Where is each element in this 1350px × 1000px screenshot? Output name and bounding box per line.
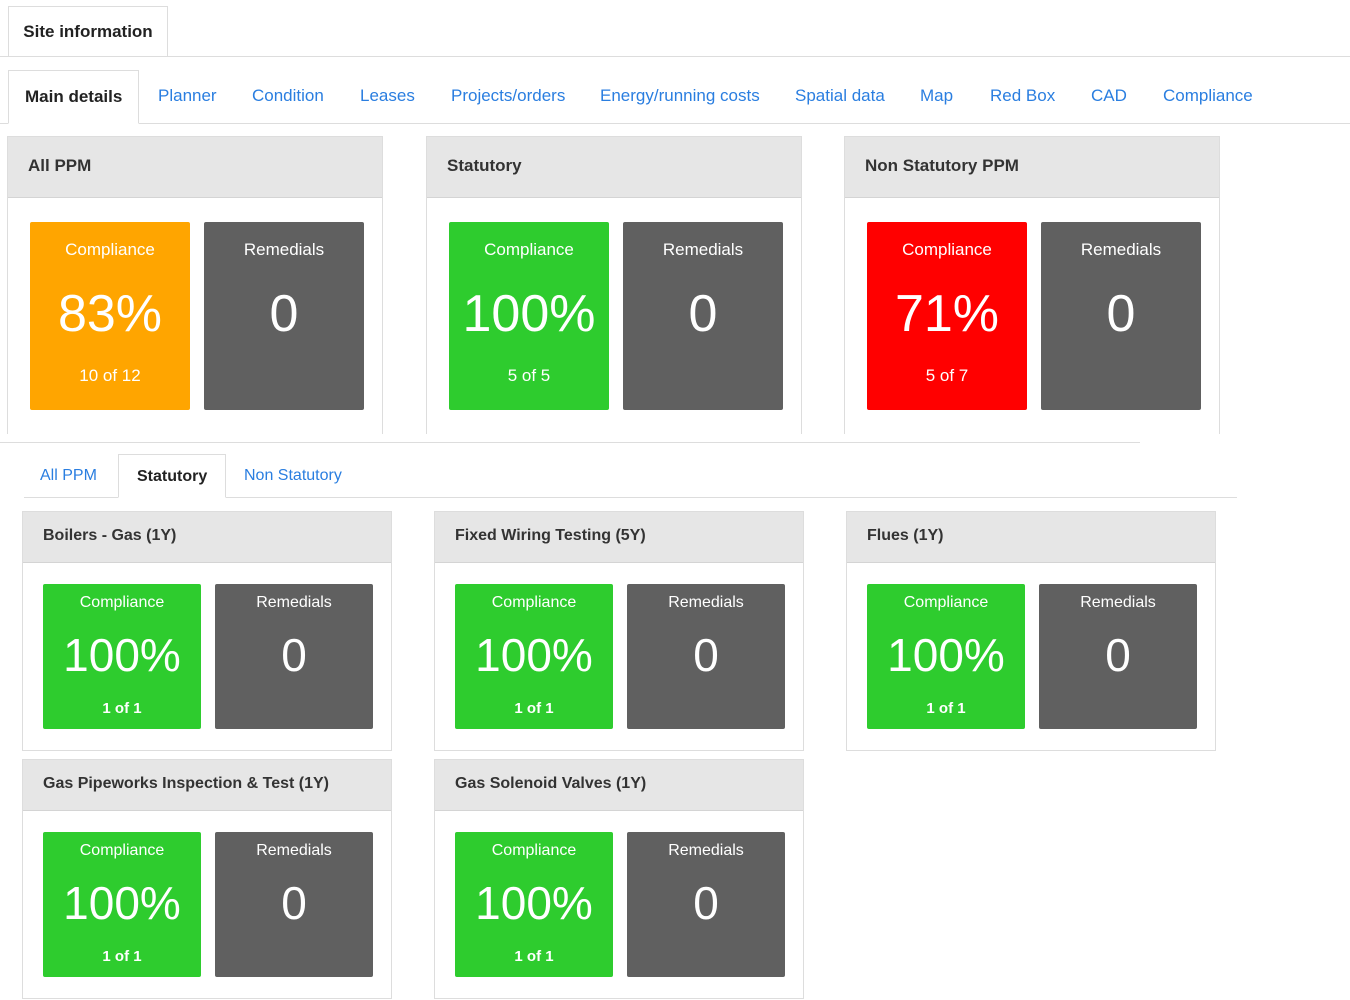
tab-main-details[interactable]: Main details: [8, 70, 140, 124]
compliance-label: Compliance: [491, 842, 577, 859]
compliance-value: 100%: [475, 629, 593, 681]
remedials-value: 0: [693, 629, 719, 681]
remedials-tile[interactable]: Remedials 0: [215, 832, 373, 977]
compliance-count: 5 of 7: [925, 366, 969, 385]
compliance-count: 5 of 5: [507, 366, 551, 385]
compliance-label: Compliance: [484, 240, 574, 259]
remedials-tile[interactable]: Remedials 0: [215, 584, 373, 729]
remedials-value: 0: [1106, 285, 1136, 343]
compliance-tile[interactable]: Compliance 83% 10 of 12: [30, 222, 190, 410]
compliance-count: 10 of 12: [79, 366, 141, 385]
compliance-value: 100%: [63, 629, 181, 681]
card-title: Gas Solenoid Valves (1Y): [435, 760, 803, 811]
remedials-tile[interactable]: Remedials 0: [1041, 222, 1201, 410]
summary-panel-all-ppm: All PPM Compliance 83% 10 of 12 Remedial…: [7, 136, 383, 434]
compliance-tile[interactable]: Compliance 100% 5 of 5: [449, 222, 609, 410]
card-title: Fixed Wiring Testing (5Y): [435, 512, 803, 563]
compliance-tile[interactable]: Compliance 71% 5 of 7: [867, 222, 1027, 410]
remedials-tile[interactable]: Remedials 0: [627, 832, 785, 977]
compliance-card-flues: Flues (1Y) Compliance 100% 1 of 1 Remedi…: [846, 511, 1216, 751]
remedials-label: Remedials: [1080, 594, 1156, 611]
card-title: Flues (1Y): [847, 512, 1215, 563]
card-title: Gas Pipeworks Inspection & Test (1Y): [23, 760, 391, 811]
compliance-value: 100%: [462, 285, 596, 343]
remedials-label: Remedials: [256, 842, 332, 859]
tab-all-ppm[interactable]: All PPM: [40, 454, 97, 498]
remedials-label: Remedials: [256, 594, 332, 611]
tab-leases[interactable]: Leases: [360, 70, 415, 124]
remedials-tile[interactable]: Remedials 0: [1039, 584, 1197, 729]
compliance-label: Compliance: [79, 594, 165, 611]
compliance-value: 83%: [57, 285, 163, 343]
compliance-label: Compliance: [491, 594, 577, 611]
card-title: Boilers - Gas (1Y): [23, 512, 391, 563]
remedials-value: 0: [688, 285, 718, 343]
divider: [0, 56, 1350, 57]
compliance-value: 71%: [894, 285, 1000, 343]
compliance-value: 100%: [475, 877, 593, 929]
remedials-tile[interactable]: Remedials 0: [204, 222, 364, 410]
divider: [0, 123, 1350, 124]
tab-statutory[interactable]: Statutory: [118, 454, 227, 498]
remedials-value: 0: [269, 285, 299, 343]
compliance-tile[interactable]: Compliance 100% 1 of 1: [455, 832, 613, 977]
remedials-label: Remedials: [668, 594, 744, 611]
tab-non-statutory[interactable]: Non Statutory: [244, 454, 342, 498]
compliance-value: 100%: [63, 877, 181, 929]
remedials-label: Remedials: [1080, 240, 1162, 259]
remedials-tile[interactable]: Remedials 0: [623, 222, 783, 410]
tab-map[interactable]: Map: [920, 70, 953, 124]
remedials-value: 0: [693, 877, 719, 929]
remedials-label: Remedials: [662, 240, 744, 259]
compliance-card-boilers-gas: Boilers - Gas (1Y) Compliance 100% 1 of …: [22, 511, 392, 751]
compliance-tile[interactable]: Compliance 100% 1 of 1: [455, 584, 613, 729]
tab-spatial-data[interactable]: Spatial data: [795, 70, 885, 124]
tab-projects-orders[interactable]: Projects/orders: [451, 70, 565, 124]
compliance-tile[interactable]: Compliance 100% 1 of 1: [867, 584, 1025, 729]
compliance-count: 1 of 1: [514, 700, 554, 717]
tab-compliance[interactable]: Compliance: [1163, 70, 1253, 124]
compliance-card-gas-solenoid-valves: Gas Solenoid Valves (1Y) Compliance 100%…: [434, 759, 804, 999]
compliance-label: Compliance: [65, 240, 155, 259]
divider: [0, 432, 1140, 443]
summary-panel-non-statutory-ppm: Non Statutory PPM Compliance 71% 5 of 7 …: [844, 136, 1220, 434]
remedials-tile[interactable]: Remedials 0: [627, 584, 785, 729]
compliance-label: Compliance: [79, 842, 165, 859]
panel-title: Non Statutory PPM: [845, 137, 1219, 198]
tab-condition[interactable]: Condition: [252, 70, 324, 124]
tab-red-box[interactable]: Red Box: [990, 70, 1055, 124]
tab-planner[interactable]: Planner: [158, 70, 217, 124]
compliance-label: Compliance: [902, 240, 992, 259]
remedials-label: Remedials: [668, 842, 744, 859]
tab-energy-running-costs[interactable]: Energy/running costs: [600, 70, 760, 124]
panel-title: Statutory: [427, 137, 801, 198]
tab-site-information[interactable]: Site information: [8, 6, 168, 56]
compliance-count: 1 of 1: [102, 700, 142, 717]
remedials-label: Remedials: [243, 240, 325, 259]
summary-panel-statutory: Statutory Compliance 100% 5 of 5 Remedia…: [426, 136, 802, 434]
compliance-card-gas-pipeworks: Gas Pipeworks Inspection & Test (1Y) Com…: [22, 759, 392, 999]
compliance-count: 1 of 1: [102, 948, 142, 965]
compliance-count: 1 of 1: [926, 700, 966, 717]
compliance-card-fixed-wiring-testing: Fixed Wiring Testing (5Y) Compliance 100…: [434, 511, 804, 751]
remedials-value: 0: [1105, 629, 1131, 681]
compliance-label: Compliance: [903, 594, 989, 611]
compliance-tile[interactable]: Compliance 100% 1 of 1: [43, 832, 201, 977]
remedials-value: 0: [281, 877, 307, 929]
remedials-value: 0: [281, 629, 307, 681]
compliance-value: 100%: [887, 629, 1005, 681]
compliance-count: 1 of 1: [514, 948, 554, 965]
panel-title: All PPM: [8, 137, 382, 198]
tab-cad[interactable]: CAD: [1091, 70, 1127, 124]
compliance-tile[interactable]: Compliance 100% 1 of 1: [43, 584, 201, 729]
